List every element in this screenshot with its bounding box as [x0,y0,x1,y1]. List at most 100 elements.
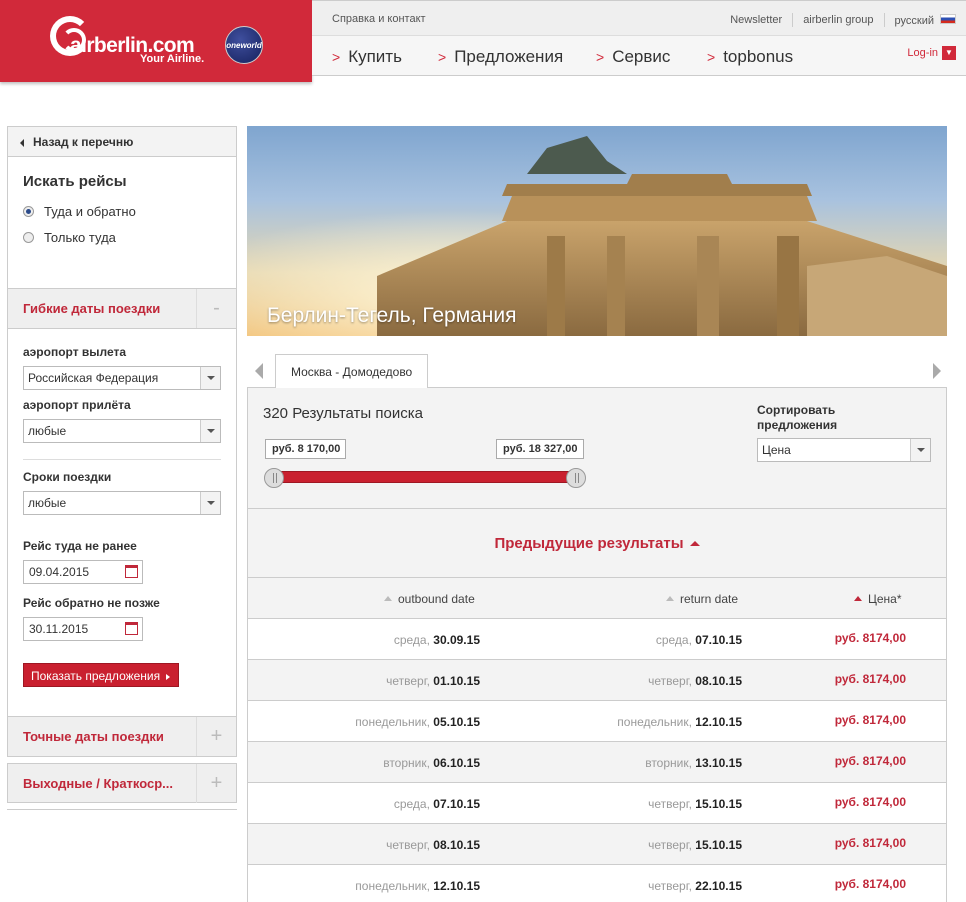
tab-moscow-domodedovo[interactable]: Москва - Домодедово [275,354,429,389]
table-row[interactable]: четверг, 08.10.15 четверг, 15.10.15 руб.… [248,824,946,865]
outbound-date-input[interactable]: 09.04.2015 [23,560,143,584]
route-tabs: Москва - Домодедово [247,354,947,389]
accordion-label: Выходные / Краткоср... [23,775,174,791]
airberlin-logo[interactable]: airberlin.com Your Airline. oneworld [0,0,312,82]
outbound-cell: вторник, 06.10.15 [383,756,480,770]
radio-round-trip[interactable]: Туда и обратно [23,204,221,219]
nav-item-service[interactable]: > Сервис [596,47,670,67]
weekday: четверг, [648,674,696,688]
divider [7,809,237,810]
divider [23,459,221,460]
search-title: Искать рейсы [23,173,127,190]
outbound-cell: среда, 07.10.15 [394,797,480,811]
select-value: любые [28,424,67,438]
radio-label: Туда и обратно [44,204,136,219]
calendar-icon[interactable] [125,622,138,635]
weekday: понедельник, [355,879,434,893]
arrival-airport-select[interactable]: любые [23,419,221,443]
price-link[interactable]: руб. 8174,00 [835,836,906,850]
sort-arrow-icon [384,595,392,601]
results-table-body: среда, 30.09.15 среда, 07.10.15 руб. 817… [248,619,946,902]
tab-scroll-right-icon[interactable] [933,363,941,379]
chevron-down-icon[interactable] [200,367,220,389]
nav-item-buy[interactable]: > Купить [332,47,402,67]
sort-price[interactable]: Цена* [854,592,902,606]
chevron-right-icon: > [707,49,716,65]
nav-item-topbonus[interactable]: > topbonus [707,47,793,67]
language-selector[interactable]: русский [895,13,956,27]
airberlin-group-link[interactable]: airberlin group [803,14,873,26]
table-row[interactable]: понедельник, 12.10.15 четверг, 22.10.15 … [248,865,946,902]
search-panel: Искать рейсы Туда и обратно Только туда [7,157,237,289]
column-label: outbound date [398,592,475,606]
radio-one-way[interactable]: Только туда [23,230,221,245]
table-row[interactable]: понедельник, 05.10.15 понедельник, 12.10… [248,701,946,742]
weekday: среда, [393,797,434,811]
table-row[interactable]: четверг, 01.10.15 четверг, 08.10.15 руб.… [248,660,946,701]
accordion-flexible-dates[interactable]: Гибкие даты поездки - [7,289,237,329]
accordion-weekend-trips[interactable]: Выходные / Краткоср... + [7,763,237,803]
price-link[interactable]: руб. 8174,00 [835,877,906,891]
russian-flag-icon [940,13,956,24]
price-link[interactable]: руб. 8174,00 [835,795,906,809]
trip-duration-select[interactable]: любые [23,491,221,515]
nav-item-offers[interactable]: > Предложения [438,47,563,67]
collapse-icon[interactable]: - [196,289,236,328]
date-value: 30.11.2015 [29,622,89,636]
calendar-icon[interactable] [125,565,138,578]
tab-scroll-left-icon[interactable] [255,363,263,379]
chevron-down-icon[interactable] [200,420,220,442]
price-link[interactable]: руб. 8174,00 [835,754,906,768]
outbound-cell: среда, 30.09.15 [394,633,480,647]
radio-unselected-icon[interactable] [23,232,34,243]
chevron-right-icon: > [438,49,447,65]
expand-plus-icon[interactable]: + [196,717,236,756]
top-utility-bar: Справка и контакт Newsletter airberlin g… [312,0,966,36]
price-range-slider[interactable] [273,471,576,483]
select-value: Российская Федерация [28,371,159,385]
table-row[interactable]: вторник, 06.10.15 вторник, 13.10.15 руб.… [248,742,946,783]
back-to-list-button[interactable]: Назад к перечню [7,126,237,157]
radio-label: Только туда [44,230,116,245]
price-link[interactable]: руб. 8174,00 [835,713,906,727]
weekday: вторник, [645,756,696,770]
accordion-label: Точные даты поездки [23,729,164,744]
departure-airport-select[interactable]: Российская Федерация [23,366,221,390]
nav-label: Предложения [454,47,564,66]
return-cell: среда, 07.10.15 [656,633,742,647]
price-min-label: руб. 8 170,00 [265,439,347,459]
chevron-down-icon[interactable] [910,439,930,461]
expand-plus-icon[interactable]: + [196,764,236,803]
flexible-dates-panel: аэропорт вылета Российская Федерация аэр… [7,329,237,717]
column-label: return date [680,592,739,606]
accordion-exact-dates[interactable]: Точные даты поездки + [7,717,237,757]
sort-select[interactable]: Цена [757,438,931,462]
return-cell: четверг, 15.10.15 [648,797,742,811]
weekday: четверг, [648,879,696,893]
sort-outbound-date[interactable]: outbound date [384,592,475,606]
table-row[interactable]: среда, 30.09.15 среда, 07.10.15 руб. 817… [248,619,946,660]
slider-min-handle[interactable] [264,468,284,488]
table-row[interactable]: среда, 07.10.15 четверг, 15.10.15 руб. 8… [248,783,946,824]
arrow-right-icon [166,673,171,680]
divider [883,13,885,27]
chevron-down-icon[interactable] [200,492,220,514]
main-navigation: > Купить > Предложения > Сервис > topbonus L… [312,36,966,76]
price-link[interactable]: руб. 8174,00 [835,631,906,645]
login-button[interactable]: Log-in ▼ [907,46,956,60]
sort-label: Сортировать предложения [757,403,838,432]
date: 08.10.15 [433,838,480,852]
sort-return-date[interactable]: return date [666,592,738,606]
slider-max-handle[interactable] [566,468,586,488]
weekday: понедельник, [617,715,696,729]
price-link[interactable]: руб. 8174,00 [835,672,906,686]
return-cell: четверг, 08.10.15 [648,674,742,688]
newsletter-link[interactable]: Newsletter [730,14,782,26]
help-contact-link[interactable]: Справка и контакт [332,13,426,25]
price-max-label: руб. 18 327,00 [496,439,584,459]
return-date-input[interactable]: 30.11.2015 [23,617,143,641]
radio-selected-icon[interactable] [23,206,34,217]
date: 22.10.15 [695,879,742,893]
previous-results-button[interactable]: Предыдущие результаты [248,508,946,578]
show-offers-button[interactable]: Показать предложения [23,663,180,687]
